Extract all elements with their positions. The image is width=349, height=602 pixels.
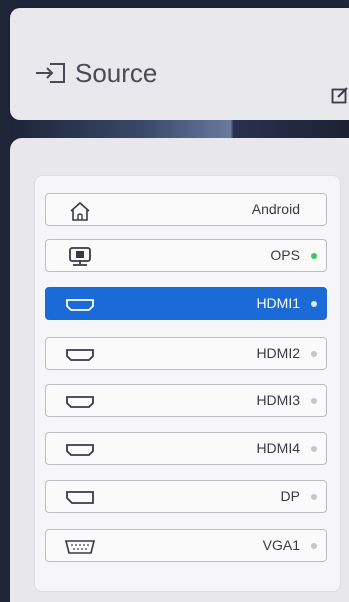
hdmi-icon — [66, 349, 94, 361]
status-dot — [311, 494, 317, 500]
source-item-android[interactable]: Android — [45, 193, 327, 226]
ops-pc-icon — [69, 247, 91, 266]
source-label: HDMI1 — [256, 295, 300, 311]
vga-icon — [64, 540, 96, 554]
source-item-hdmi4[interactable]: HDMI4 — [45, 432, 327, 465]
source-label: HDMI3 — [256, 392, 300, 408]
page-title: Source — [75, 58, 158, 88]
source-header: Source — [10, 8, 349, 120]
hdmi-icon — [66, 444, 94, 456]
source-item-hdmi3[interactable]: HDMI3 — [45, 384, 327, 417]
source-label: OPS — [270, 247, 300, 263]
status-dot — [311, 301, 317, 307]
status-dot-connected — [311, 253, 317, 259]
background-wallpaper-strip — [10, 120, 349, 138]
home-icon — [70, 201, 90, 221]
input-source-icon — [36, 63, 65, 83]
source-item-dp[interactable]: DP — [45, 480, 327, 513]
hdmi-icon — [66, 396, 94, 408]
source-item-vga1[interactable]: VGA1 — [45, 529, 327, 562]
status-dot — [311, 398, 317, 404]
source-label: DP — [280, 488, 300, 504]
source-item-hdmi2[interactable]: HDMI2 — [45, 337, 327, 370]
source-item-hdmi1[interactable]: HDMI1 — [45, 287, 327, 320]
status-dot — [311, 351, 317, 357]
source-label: HDMI2 — [256, 345, 300, 361]
source-item-ops[interactable]: OPS — [45, 239, 327, 272]
source-list: Android OPS HDMI1 HDMI2 HDMI3 HDMI4 DP V… — [34, 175, 341, 592]
hdmi-icon — [66, 299, 94, 311]
status-dot — [311, 446, 317, 452]
source-label: HDMI4 — [256, 440, 300, 456]
edit-icon[interactable] — [331, 86, 349, 104]
source-label: Android — [251, 201, 300, 217]
status-dot — [311, 543, 317, 549]
displayport-icon — [66, 491, 94, 504]
source-label: VGA1 — [262, 537, 300, 553]
